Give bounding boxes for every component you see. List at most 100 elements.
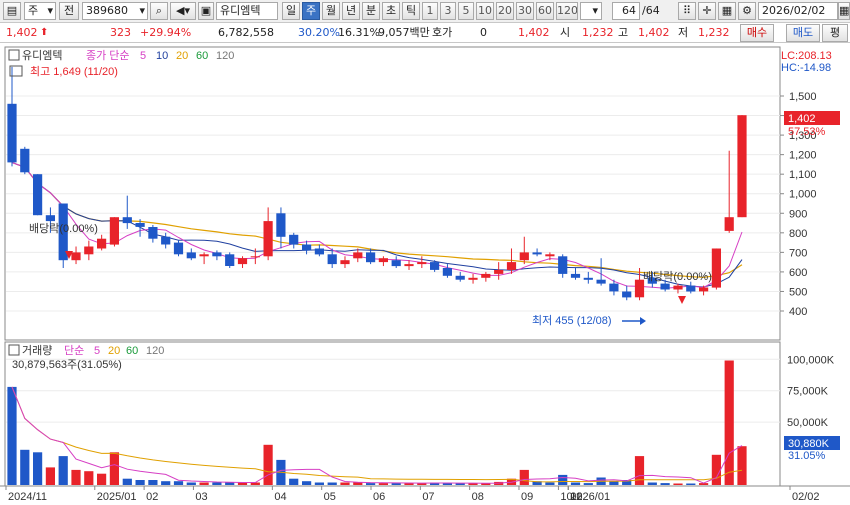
volume-bar	[225, 482, 235, 485]
price-panel-name: 유디엠텍	[22, 49, 62, 62]
count-input[interactable]: 64	[612, 2, 640, 20]
volume-bar	[314, 482, 324, 485]
volume-bar	[378, 483, 388, 485]
volume-bar	[673, 483, 683, 485]
period-second-button[interactable]: 초	[382, 2, 400, 20]
current-volume-tag-value: 30,880K	[788, 438, 830, 450]
candle-body	[212, 252, 222, 257]
current-price: 1,402	[6, 26, 38, 39]
candle-body	[289, 234, 299, 245]
volume-bar	[7, 386, 17, 485]
stock-code-input[interactable]: 389680 ▾	[82, 2, 148, 20]
interval-120-button[interactable]: 120	[556, 2, 578, 20]
candle-body	[468, 277, 478, 280]
candle-body	[353, 252, 363, 259]
sell-button[interactable]: 매도	[786, 24, 820, 42]
calendar-icon[interactable]: ▦	[838, 2, 850, 20]
time-tick-label: 09	[521, 491, 533, 503]
save-icon[interactable]: ▦	[718, 2, 736, 20]
candle-body	[699, 287, 709, 292]
time-tick-label: 04	[274, 491, 286, 503]
candle-body	[378, 258, 388, 263]
min-marker-label: 최저 455 (12/08)	[532, 314, 612, 327]
volume-bar	[468, 483, 478, 485]
time-tick-label: 06	[373, 491, 385, 503]
volume-bar	[135, 480, 145, 485]
gear-icon[interactable]: ⚙	[738, 2, 756, 20]
volume-bar	[161, 481, 171, 485]
count-total: /64	[642, 4, 660, 17]
grid-icon[interactable]: ⠿	[678, 2, 696, 20]
candle-body	[711, 248, 721, 288]
candle-body	[20, 148, 30, 173]
volume-bar	[327, 482, 337, 485]
period-year-button[interactable]: 년	[342, 2, 360, 20]
volume-bar	[353, 482, 363, 485]
candle-body	[84, 246, 94, 255]
interval-60-button[interactable]: 60	[536, 2, 554, 20]
volume-bar	[33, 452, 43, 485]
quote-bar: 1,402 ⬆ 323 +29.94% 6,782,558 30.20% 16.…	[0, 23, 850, 43]
time-tick-label: 08	[472, 491, 484, 503]
search-icon[interactable]: ⌕	[150, 2, 168, 20]
candle-body	[340, 260, 350, 265]
period-day-button[interactable]: 일	[282, 2, 300, 20]
price-tick-label: 700	[789, 247, 807, 259]
volume-bar	[570, 482, 581, 485]
volume-bar	[302, 481, 312, 485]
volume-axis: 100,000K 75,000K 50,000K	[787, 354, 835, 429]
volume-bar	[148, 480, 158, 485]
period-minute-button[interactable]: 분	[362, 2, 380, 20]
price-tick-label: 1,100	[789, 169, 817, 181]
stock-name-field[interactable]: 유디엠텍	[216, 2, 278, 20]
speaker-icon[interactable]: ◀▾	[170, 2, 196, 20]
chart-type-icon[interactable]: ▤	[3, 2, 21, 20]
candle-body	[263, 221, 273, 257]
volume-bar	[289, 478, 299, 485]
interval-20-button[interactable]: 20	[496, 2, 514, 20]
interval-5-button[interactable]: 5	[458, 2, 474, 20]
stock-code-value: 389680	[86, 4, 128, 17]
volume-bar	[481, 483, 491, 485]
price-legend-label: 종가 단순	[86, 49, 130, 62]
interval-10-button[interactable]: 10	[476, 2, 494, 20]
market-select[interactable]: 주 ▾	[24, 2, 56, 20]
interval-select[interactable]: ▾	[580, 2, 602, 20]
interval-30-button[interactable]: 30	[516, 2, 534, 20]
time-tick-label: 02	[146, 491, 158, 503]
time-tick-label: 02/02	[792, 491, 820, 503]
period-week-button[interactable]: 주	[302, 2, 320, 20]
interval-1-button[interactable]: 1	[422, 2, 438, 20]
time-axis: 2024/11 2025/01 02 03 04 05 06 07 08 09 1011122026…	[5, 486, 820, 503]
period-month-button[interactable]: 월	[322, 2, 340, 20]
volume-tick-label: 75,000K	[787, 386, 829, 398]
candle-body	[327, 254, 337, 265]
volume-bar	[455, 483, 465, 485]
candle-body	[109, 217, 119, 245]
volume-panel-name: 거래량	[22, 344, 52, 357]
volume-value: 6,782,558	[218, 26, 274, 39]
crosshair-icon[interactable]: ✛	[698, 2, 716, 20]
current-volume-tag-pct: 31.05%	[788, 450, 826, 462]
stock-info-icon[interactable]: ▣	[198, 2, 214, 20]
candle-body	[686, 285, 696, 292]
max-marker-label: 최고 1,649 (11/20)	[30, 65, 118, 78]
candle-body	[391, 260, 401, 267]
ma60-legend: 60	[196, 50, 208, 62]
candle-body	[250, 256, 260, 258]
chevron-down-icon: ▾	[139, 4, 145, 17]
buy-button[interactable]: 매수	[740, 24, 774, 42]
candle-body	[558, 256, 568, 274]
candle-body	[199, 254, 209, 257]
candle-body	[71, 252, 81, 261]
candle-body	[225, 254, 235, 266]
period-tick-button[interactable]: 틱	[402, 2, 420, 20]
vol-ma120-legend: 120	[146, 345, 164, 357]
eval-button[interactable]: 평	[822, 24, 848, 42]
date-input[interactable]: 2026/02/02	[758, 2, 838, 20]
interval-3-button[interactable]: 3	[440, 2, 456, 20]
candle-body	[660, 283, 670, 290]
toolbar: ▤ 주 ▾ 전 389680 ▾ ⌕ ◀▾ ▣ 유디엠텍 일 주 월 년 분 초 틱…	[0, 0, 850, 23]
type-toggle-button[interactable]: 전	[59, 2, 79, 20]
candle-body	[430, 262, 440, 270]
